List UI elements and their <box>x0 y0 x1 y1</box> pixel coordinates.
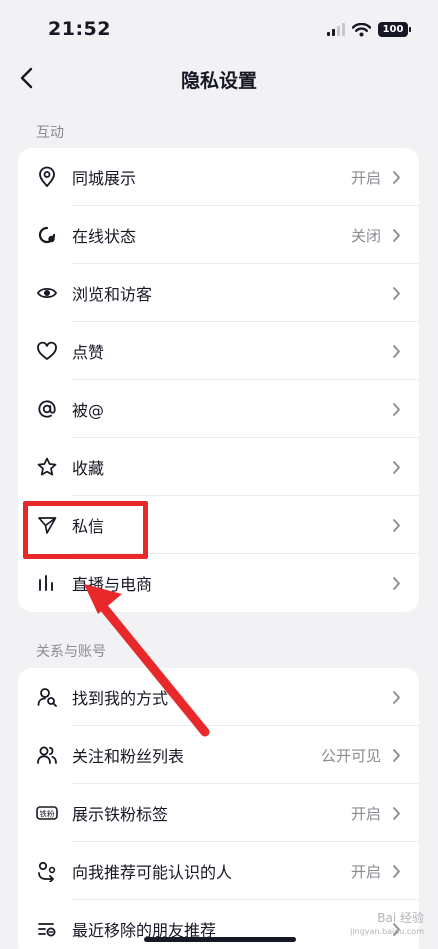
eye-icon <box>36 287 58 299</box>
battery-icon: 100 <box>378 22 411 37</box>
cellular-signal-icon <box>327 23 345 36</box>
watermark-logo: Bai 经验 jingyan.baidu.com <box>350 912 424 938</box>
settings-row-value: 公开可见 <box>320 746 381 765</box>
settings-row-label: 被@ <box>72 401 105 420</box>
chevron-right-icon <box>393 229 400 242</box>
settings-row-value: 开启 <box>350 804 381 823</box>
settings-row-follow-fans-list[interactable]: 关注和粉丝列表 公开可见 <box>18 726 419 784</box>
settings-row-value: 开启 <box>350 168 381 187</box>
chevron-right-icon <box>393 865 400 878</box>
chevron-right-icon <box>393 403 400 416</box>
star-icon <box>37 457 57 476</box>
settings-row-value: 关闭 <box>350 226 381 245</box>
status-bar: 21:52 100 <box>0 0 438 56</box>
chevron-right-icon <box>393 287 400 300</box>
settings-row-fan-badge[interactable]: 铁粉 展示铁粉标签 开启 <box>18 784 419 842</box>
home-indicator <box>144 937 296 942</box>
status-icons: 100 <box>327 22 411 37</box>
section-label-relationships: 关系与账号 <box>36 644 106 660</box>
section-label-interaction: 互动 <box>36 125 64 141</box>
chevron-right-icon <box>393 691 400 704</box>
at-icon <box>38 400 56 418</box>
list-icon <box>38 923 56 937</box>
settings-row-label: 直播与电商 <box>72 575 153 594</box>
settings-row-label: 同城展示 <box>72 169 137 188</box>
settings-row-label: 浏览和访客 <box>72 285 153 304</box>
settings-row-label: 向我推荐可能认识的人 <box>72 863 233 882</box>
watermark-text: Bai 经验 <box>377 911 424 925</box>
page-title: 隐私设置 <box>180 70 257 92</box>
chevron-right-icon <box>393 171 400 184</box>
chevron-right-icon <box>393 519 400 532</box>
heart-icon <box>37 341 57 360</box>
settings-row-favorites[interactable]: 收藏 <box>18 438 419 496</box>
settings-row-nearby[interactable]: 同城展示 开启 <box>18 148 419 206</box>
chevron-right-icon <box>393 345 400 358</box>
settings-row-label: 关注和粉丝列表 <box>72 747 185 766</box>
settings-row-value: 开启 <box>350 862 381 881</box>
wifi-icon <box>352 22 371 36</box>
nav-bar: 隐私设置 <box>0 56 438 102</box>
annotation-highlight-box <box>23 501 148 559</box>
status-time: 21:52 <box>48 18 111 40</box>
settings-row-label: 收藏 <box>72 459 105 478</box>
svg-text:铁粉: 铁粉 <box>40 808 55 818</box>
location-pin-icon <box>39 166 55 188</box>
fan-badge-icon: 铁粉 <box>36 806 58 820</box>
online-status-icon <box>38 226 56 244</box>
settings-row-live-commerce[interactable]: 直播与电商 <box>18 554 419 612</box>
relationship-settings-card: 找到我的方式 关注和粉丝列表 公开可见 铁粉 展示铁粉标签 开启 向我推荐可能认… <box>18 668 419 949</box>
live-bars-icon <box>39 575 53 591</box>
settings-row-likes[interactable]: 点赞 <box>18 322 419 380</box>
watermark-subtext: jingyan.baidu.com <box>350 927 424 936</box>
chevron-right-icon <box>393 461 400 474</box>
users-icon <box>37 746 57 764</box>
chevron-right-icon <box>393 807 400 820</box>
settings-row-views-visitors[interactable]: 浏览和访客 <box>18 264 419 322</box>
chevron-right-icon <box>393 749 400 762</box>
settings-row-recommend-people[interactable]: 向我推荐可能认识的人 开启 <box>18 842 419 900</box>
settings-row-label: 找到我的方式 <box>72 689 169 708</box>
settings-row-label: 点赞 <box>72 343 105 362</box>
find-user-icon <box>37 688 57 707</box>
settings-row-label: 展示铁粉标签 <box>72 805 169 824</box>
settings-row-label: 在线状态 <box>72 227 137 246</box>
recommend-icon <box>38 861 56 882</box>
chevron-right-icon <box>393 577 400 590</box>
settings-row-find-me[interactable]: 找到我的方式 <box>18 668 419 726</box>
settings-row-mentions[interactable]: 被@ <box>18 380 419 438</box>
settings-row-online-status[interactable]: 在线状态 关闭 <box>18 206 419 264</box>
